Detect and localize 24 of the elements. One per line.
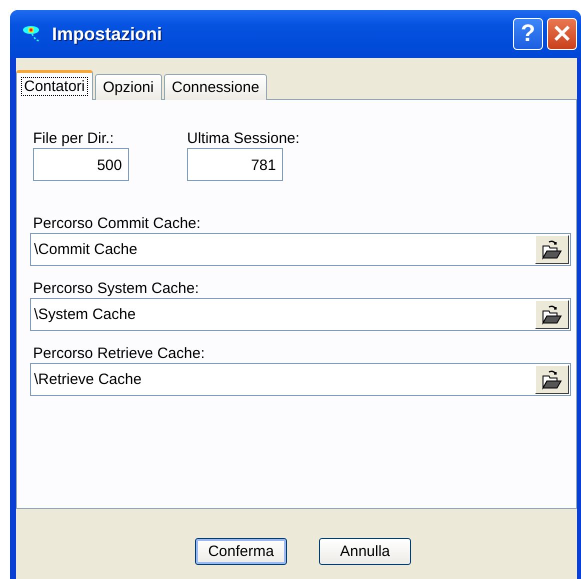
field-label: Percorso Retrieve Cache: [33, 345, 206, 363]
number-field[interactable]: 781 [187, 148, 283, 181]
folder-icon [541, 240, 563, 260]
path-field[interactable]: \Retrieve Cache [30, 363, 571, 396]
path-field[interactable]: \System Cache [30, 298, 571, 331]
field-label: Ultima Sessione: [187, 130, 300, 148]
browse-button[interactable] [535, 235, 569, 264]
number-field[interactable]: 500 [33, 148, 129, 181]
folder-icon [541, 304, 563, 324]
help-button[interactable]: ? [513, 18, 543, 50]
field-label: File per Dir.: [33, 130, 115, 148]
tab[interactable]: Contatori [16, 70, 93, 100]
field-label: Percorso Commit Cache: [33, 215, 202, 233]
close-button[interactable]: ✕ [547, 18, 577, 50]
browse-button[interactable] [535, 365, 569, 394]
cancel-button[interactable]: Annulla [319, 538, 411, 565]
folder-icon [541, 370, 563, 390]
confirm-button[interactable]: Conferma [195, 538, 287, 565]
browse-button[interactable] [535, 300, 569, 329]
tab[interactable]: Connessione [164, 74, 268, 100]
path-field[interactable]: \Commit Cache [30, 233, 571, 266]
tab[interactable]: Opzioni [94, 74, 162, 100]
field-label: Percorso System Cache: [33, 280, 200, 298]
window-title: Impostazioni [52, 24, 164, 44]
